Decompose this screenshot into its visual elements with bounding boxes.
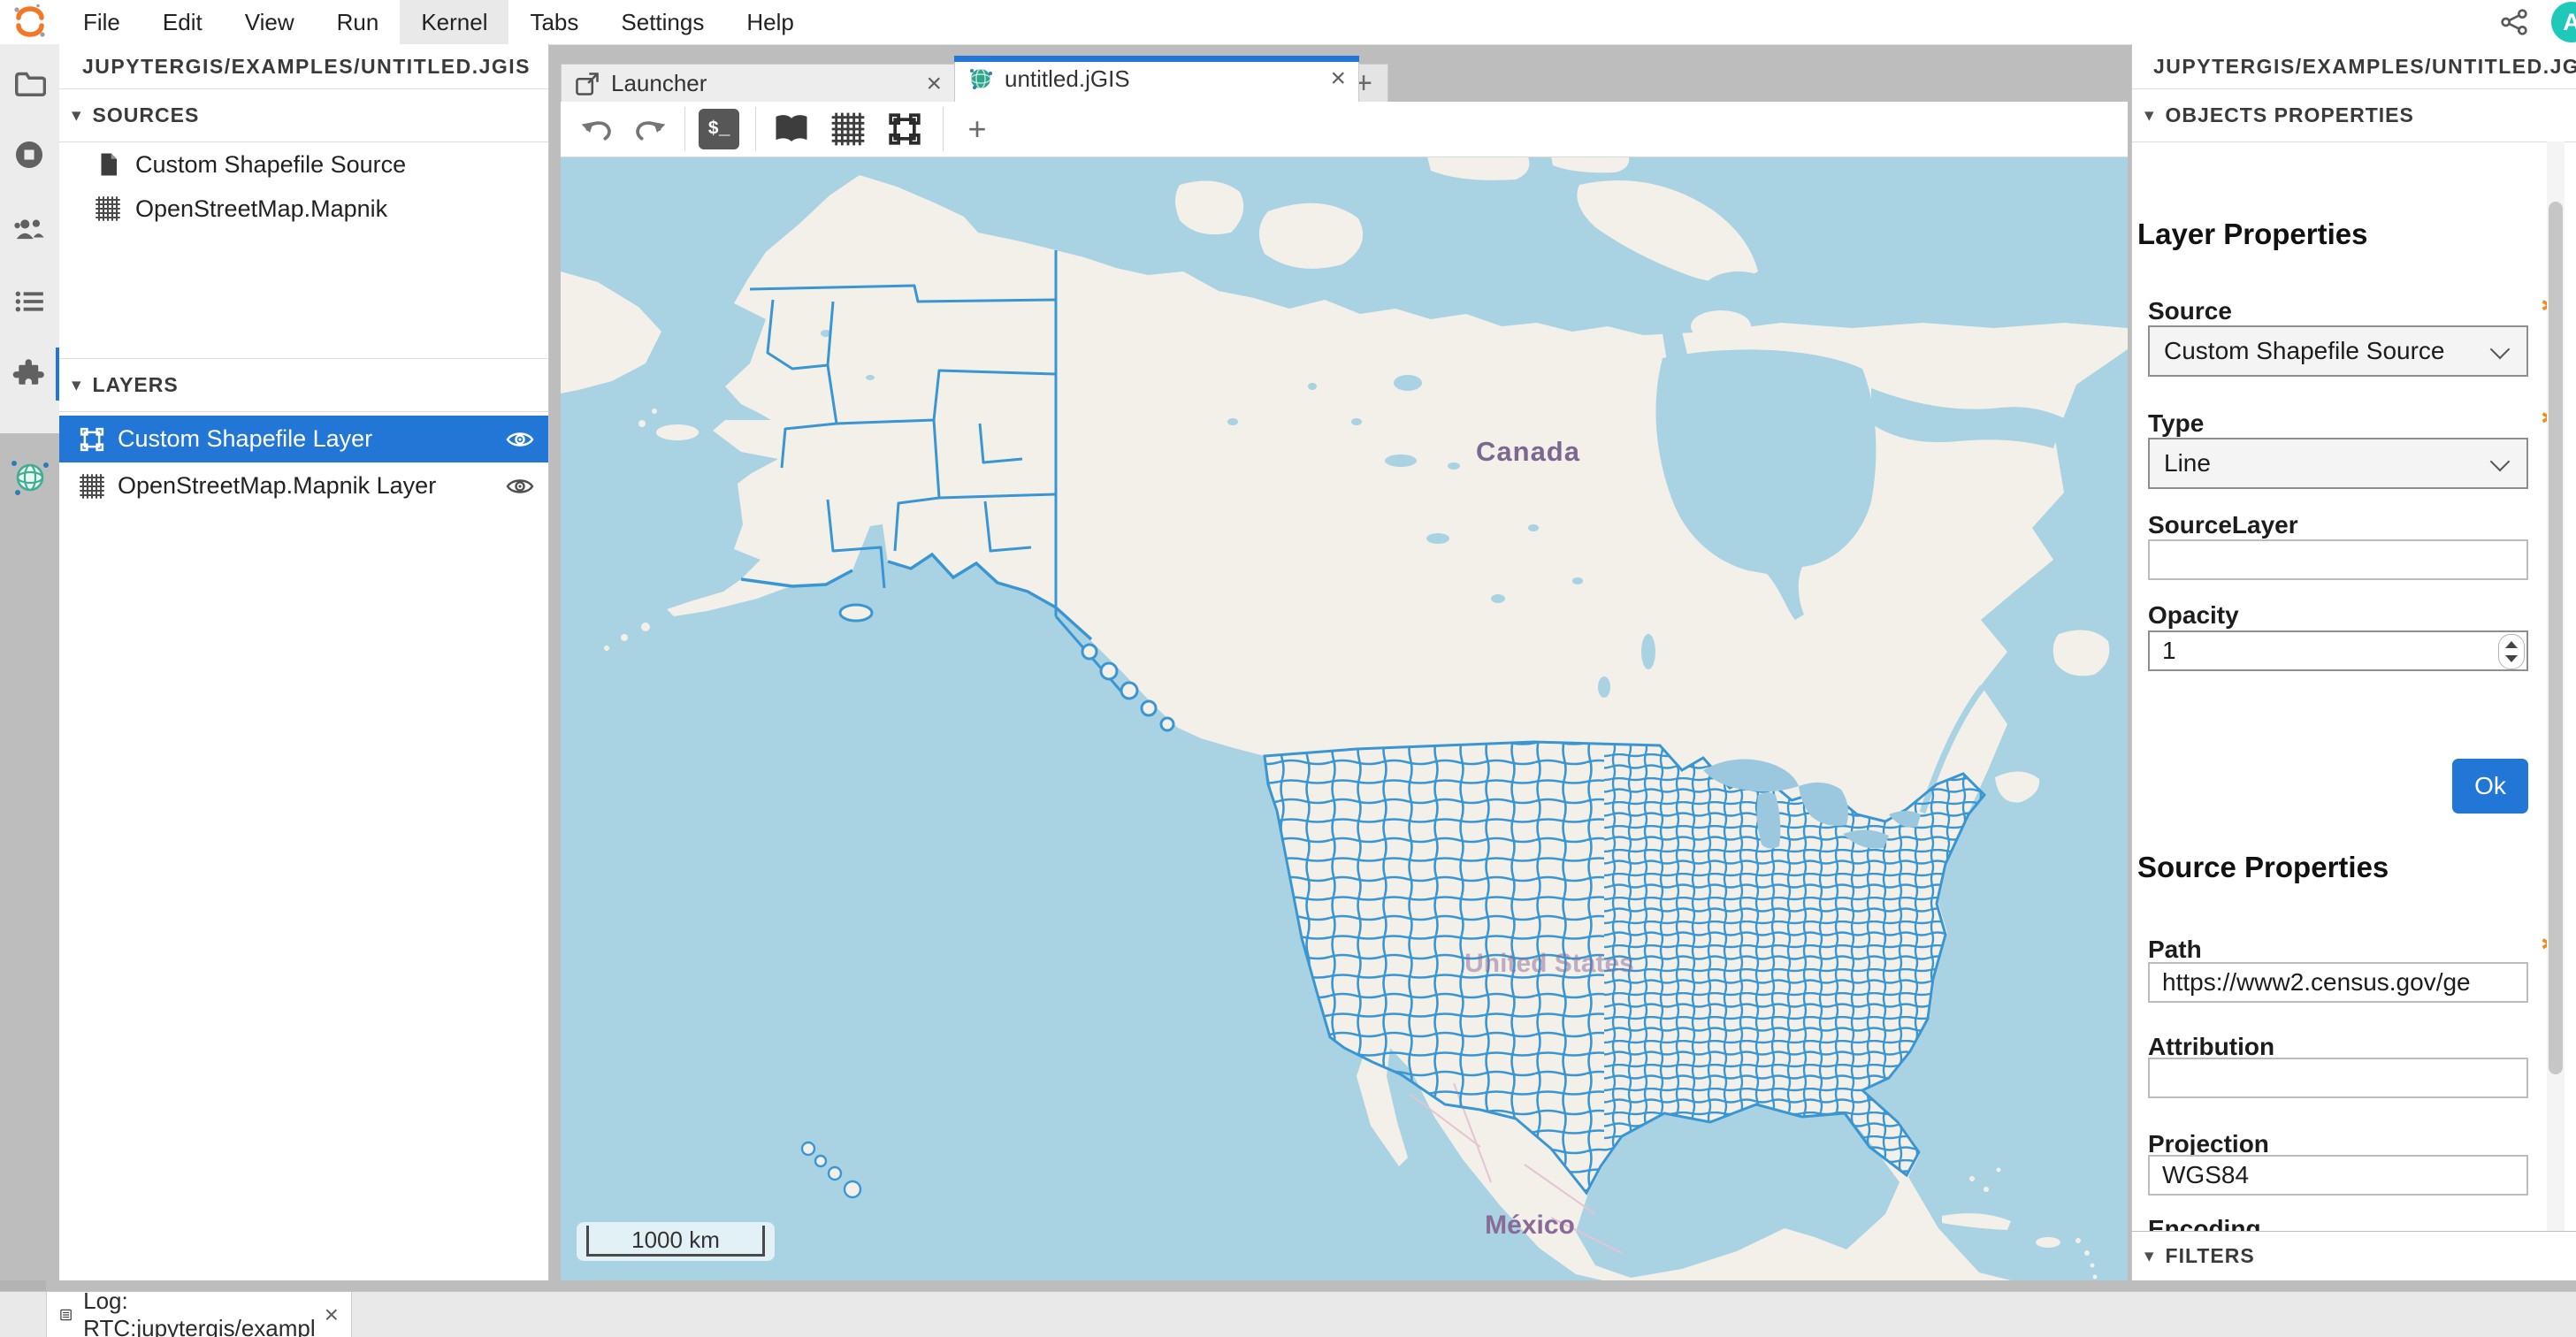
table-of-contents-icon[interactable] <box>12 285 46 318</box>
sourcelayer-input[interactable] <box>2148 539 2528 580</box>
menu-edit[interactable]: Edit <box>141 0 224 44</box>
undo-icon[interactable] <box>577 109 617 149</box>
objects-properties-section-header[interactable]: ▾ OBJECTS PROPERTIES <box>2132 89 2576 142</box>
log-console-tab[interactable]: Log: RTC:jupytergis/exampl × <box>46 1292 352 1337</box>
share-icon[interactable] <box>2500 8 2528 36</box>
tab-untitled-jgis[interactable]: untitled.jGIS × <box>954 56 1359 102</box>
toolbar-separator <box>755 107 756 151</box>
menu-tabs[interactable]: Tabs <box>508 0 600 44</box>
path-input[interactable] <box>2148 962 2528 1003</box>
jupyter-logo-icon <box>11 3 50 42</box>
source-select[interactable]: Custom Shapefile Source <box>2148 325 2528 377</box>
source-item-custom-shapefile[interactable]: Custom Shapefile Source <box>59 142 548 187</box>
menu-run[interactable]: Run <box>316 0 401 44</box>
menu-bar: File Edit View Run Kernel Tabs Settings … <box>0 0 2576 45</box>
menu-help[interactable]: Help <box>725 0 814 44</box>
layer-item-openstreetmap[interactable]: OpenStreetMap.Mapnik Layer <box>59 462 548 509</box>
toolbar-separator <box>684 107 685 151</box>
type-select[interactable]: Line <box>2148 438 2528 489</box>
left-panel-breadcrumb: JUPYTERGIS/EXAMPLES/UNTITLED.JGIS <box>59 44 548 89</box>
source-properties-title: Source Properties <box>2137 851 2389 884</box>
path-field-label: Path <box>2148 936 2202 964</box>
close-icon[interactable]: × <box>926 71 942 97</box>
user-avatar[interactable]: A <box>2551 2 2576 42</box>
close-icon[interactable]: × <box>1330 65 1346 92</box>
source-item-openstreetmap[interactable]: OpenStreetMap.Mapnik <box>59 187 548 231</box>
vector-polygon-icon[interactable] <box>884 109 925 149</box>
type-field-label: Type <box>2148 409 2204 438</box>
right-panel-breadcrumb: JUPYTERGIS/EXAMPLES/UNTITLED.JGIS <box>2132 44 2576 89</box>
sources-section-header[interactable]: ▾ SOURCES <box>59 89 548 142</box>
add-icon[interactable]: + <box>957 109 998 149</box>
menu-kernel[interactable]: Kernel <box>400 0 508 44</box>
gis-toolbar: $_ + <box>561 102 2128 157</box>
scrollbar-thumb[interactable] <box>2549 202 2563 1074</box>
file-icon <box>95 151 121 178</box>
toolbar-separator <box>943 107 944 151</box>
attribution-input[interactable] <box>2148 1058 2528 1098</box>
scrollbar-track[interactable] <box>2547 141 2565 1275</box>
chevron-down-icon: ▾ <box>72 374 82 396</box>
layers-section-header[interactable]: ▾ LAYERS <box>59 358 548 412</box>
map-label-usa: United States <box>1464 949 1634 978</box>
grid-icon <box>79 473 105 500</box>
chevron-down-icon: ▾ <box>72 104 82 126</box>
layer-item-custom-shapefile[interactable]: Custom Shapefile Layer <box>59 416 548 462</box>
vector-square-icon <box>79 426 105 453</box>
redo-icon[interactable] <box>630 109 670 149</box>
number-stepper[interactable] <box>2498 634 2525 669</box>
running-kernels-icon[interactable] <box>12 138 46 172</box>
basemap: Canada United States México <box>561 157 2128 1280</box>
right-sidebar-panel: JUPYTERGIS/EXAMPLES/UNTITLED.JGIS ▾ OBJE… <box>2131 44 2576 1280</box>
chevron-down-icon <box>2490 340 2511 360</box>
activity-bar <box>0 44 59 433</box>
terminal-icon[interactable]: $_ <box>699 109 739 149</box>
chevron-down-icon: ▾ <box>2144 104 2155 126</box>
map-label-canada: Canada <box>1476 436 1580 467</box>
log-icon <box>59 1303 73 1327</box>
ok-button[interactable]: Ok <box>2452 759 2528 814</box>
visibility-eye-icon[interactable] <box>506 472 534 500</box>
map-canvas[interactable]: Canada United States México 1000 km <box>561 157 2128 1280</box>
jupytergis-globe-icon[interactable] <box>10 456 50 497</box>
extensions-puzzle-icon[interactable] <box>12 357 46 391</box>
layer-properties-title: Layer Properties <box>2137 218 2367 251</box>
properties-form: Layer Properties Source ✱ Custom Shapefi… <box>2132 141 2576 1275</box>
collaborators-icon[interactable] <box>12 212 46 246</box>
close-icon[interactable]: × <box>325 1301 339 1329</box>
menu-file[interactable]: File <box>62 0 141 44</box>
sourcelayer-field-label: SourceLayer <box>2148 511 2298 539</box>
jgis-globe-icon <box>967 65 994 92</box>
menu-view[interactable]: View <box>224 0 316 44</box>
menu-settings[interactable]: Settings <box>600 0 725 44</box>
map-scale-bar: 1000 km <box>577 1222 775 1261</box>
launcher-icon <box>574 71 600 97</box>
chevron-down-icon: ▾ <box>2144 1245 2155 1267</box>
jupyterlab-window: File Edit View Run Kernel Tabs Settings … <box>0 0 2576 1337</box>
opacity-field-label: Opacity <box>2148 601 2239 630</box>
file-browser-icon[interactable] <box>12 65 46 99</box>
basemap-book-icon[interactable] <box>771 109 812 149</box>
raster-grid-icon[interactable] <box>828 109 868 149</box>
tab-launcher[interactable]: Launcher × <box>561 64 955 103</box>
status-bar: Log: RTC:jupytergis/exampl × <box>0 1291 2576 1337</box>
source-field-label: Source <box>2148 297 2232 325</box>
map-label-mexico: México <box>1485 1211 1575 1240</box>
chevron-down-icon <box>2490 452 2511 472</box>
left-sidebar-panel: JUPYTERGIS/EXAMPLES/UNTITLED.JGIS ▾ SOUR… <box>59 44 549 1280</box>
opacity-input[interactable] <box>2148 630 2528 671</box>
projection-input[interactable] <box>2148 1155 2528 1196</box>
filters-section-header[interactable]: ▾ FILTERS <box>2132 1231 2576 1280</box>
grid-icon <box>95 195 121 222</box>
visibility-eye-icon[interactable] <box>506 425 534 454</box>
